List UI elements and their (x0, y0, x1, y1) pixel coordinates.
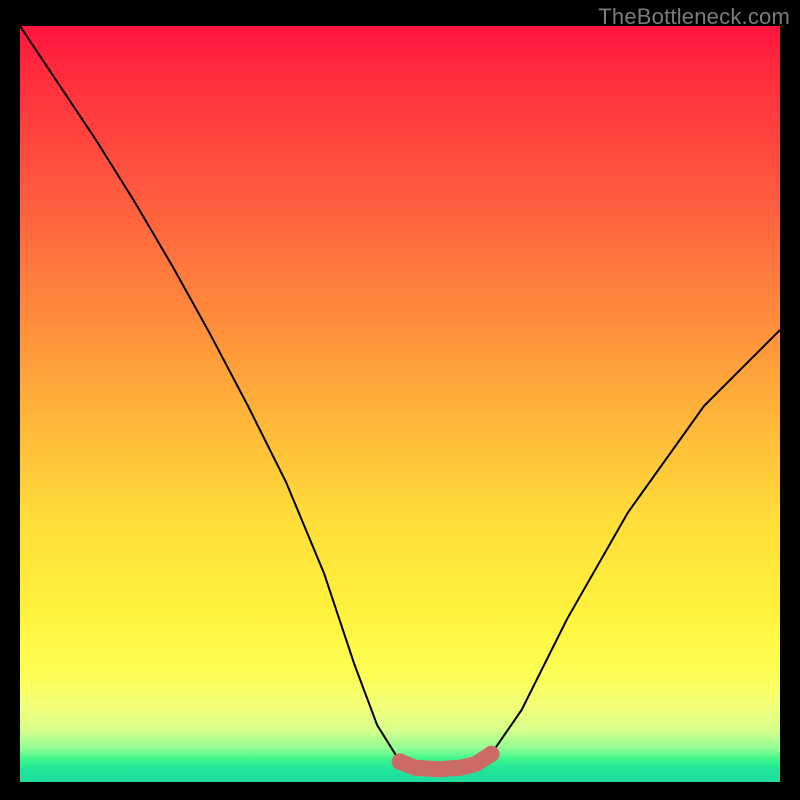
valley-dot-right (483, 746, 500, 763)
plot-area (20, 26, 780, 782)
curve-line (20, 26, 780, 769)
outer-frame: TheBottleneck.com (0, 0, 800, 800)
curve-svg (20, 26, 780, 782)
valley-dot-left (392, 753, 409, 770)
valley-highlight (400, 754, 491, 769)
